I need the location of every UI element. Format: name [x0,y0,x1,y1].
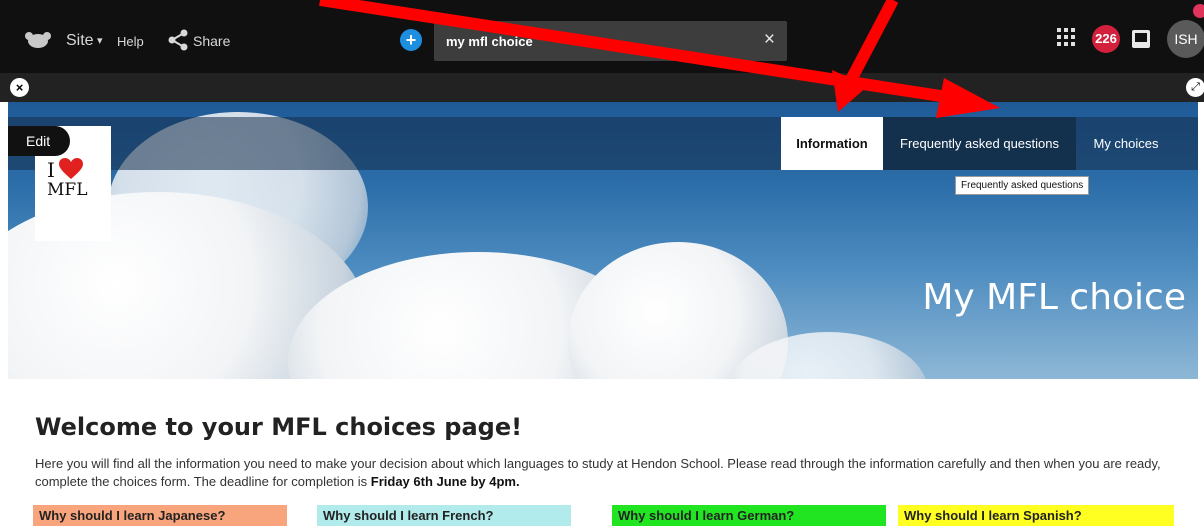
welcome-heading: Welcome to your MFL choices page! [35,413,523,441]
hero-banner: Information Frequently asked questions M… [8,102,1198,379]
deadline-text: Friday 6th June by 4pm. [370,474,520,489]
help-link[interactable]: Help [117,34,144,49]
french-link[interactable]: Why should I learn French? [317,505,571,526]
site-menu[interactable]: Site [66,32,94,50]
share-icon[interactable] [167,29,189,51]
intro-text: Here you will find all the information y… [35,456,1161,489]
app-logo-icon[interactable] [24,30,52,50]
avatar[interactable]: ISH [1167,20,1204,58]
tab-faq[interactable]: Frequently asked questions [883,117,1076,170]
chevron-down-icon[interactable]: ▾ [97,34,103,47]
intro-paragraph: Here you will find all the information y… [35,455,1175,491]
add-button[interactable]: + [400,29,422,51]
close-button[interactable]: × [10,78,29,97]
heart-icon [59,158,83,179]
german-link[interactable]: Why should I learn German? [612,505,886,526]
tab-information[interactable]: Information [781,117,883,170]
page-title: My MFL choice [922,277,1186,318]
edit-button[interactable]: Edit [8,126,70,156]
search-box[interactable]: × [434,21,787,61]
avatar-notification-dot [1193,4,1204,18]
tab-my-choices[interactable]: My choices [1076,117,1176,170]
tooltip: Frequently asked questions [955,176,1090,195]
japanese-link[interactable]: Why should I learn Japanese? [33,505,287,526]
inbox-icon[interactable] [1131,29,1151,49]
search-input[interactable] [446,31,746,51]
share-link[interactable]: Share [193,33,230,49]
logo-text-mfl: MFL [47,180,88,200]
spanish-link[interactable]: Why should I learn Spanish? [898,505,1174,526]
notifications-badge[interactable]: 226 [1092,25,1120,53]
logo-text-i: I [47,158,55,182]
apps-grid-icon[interactable] [1057,28,1075,46]
top-app-bar: Site ▾ Help Share + × 226 ISH [0,0,1204,73]
expand-icon[interactable]: ⤢ [1186,78,1204,97]
close-icon[interactable]: × [764,29,775,51]
edit-toolbar: × ⤢ [0,73,1204,102]
